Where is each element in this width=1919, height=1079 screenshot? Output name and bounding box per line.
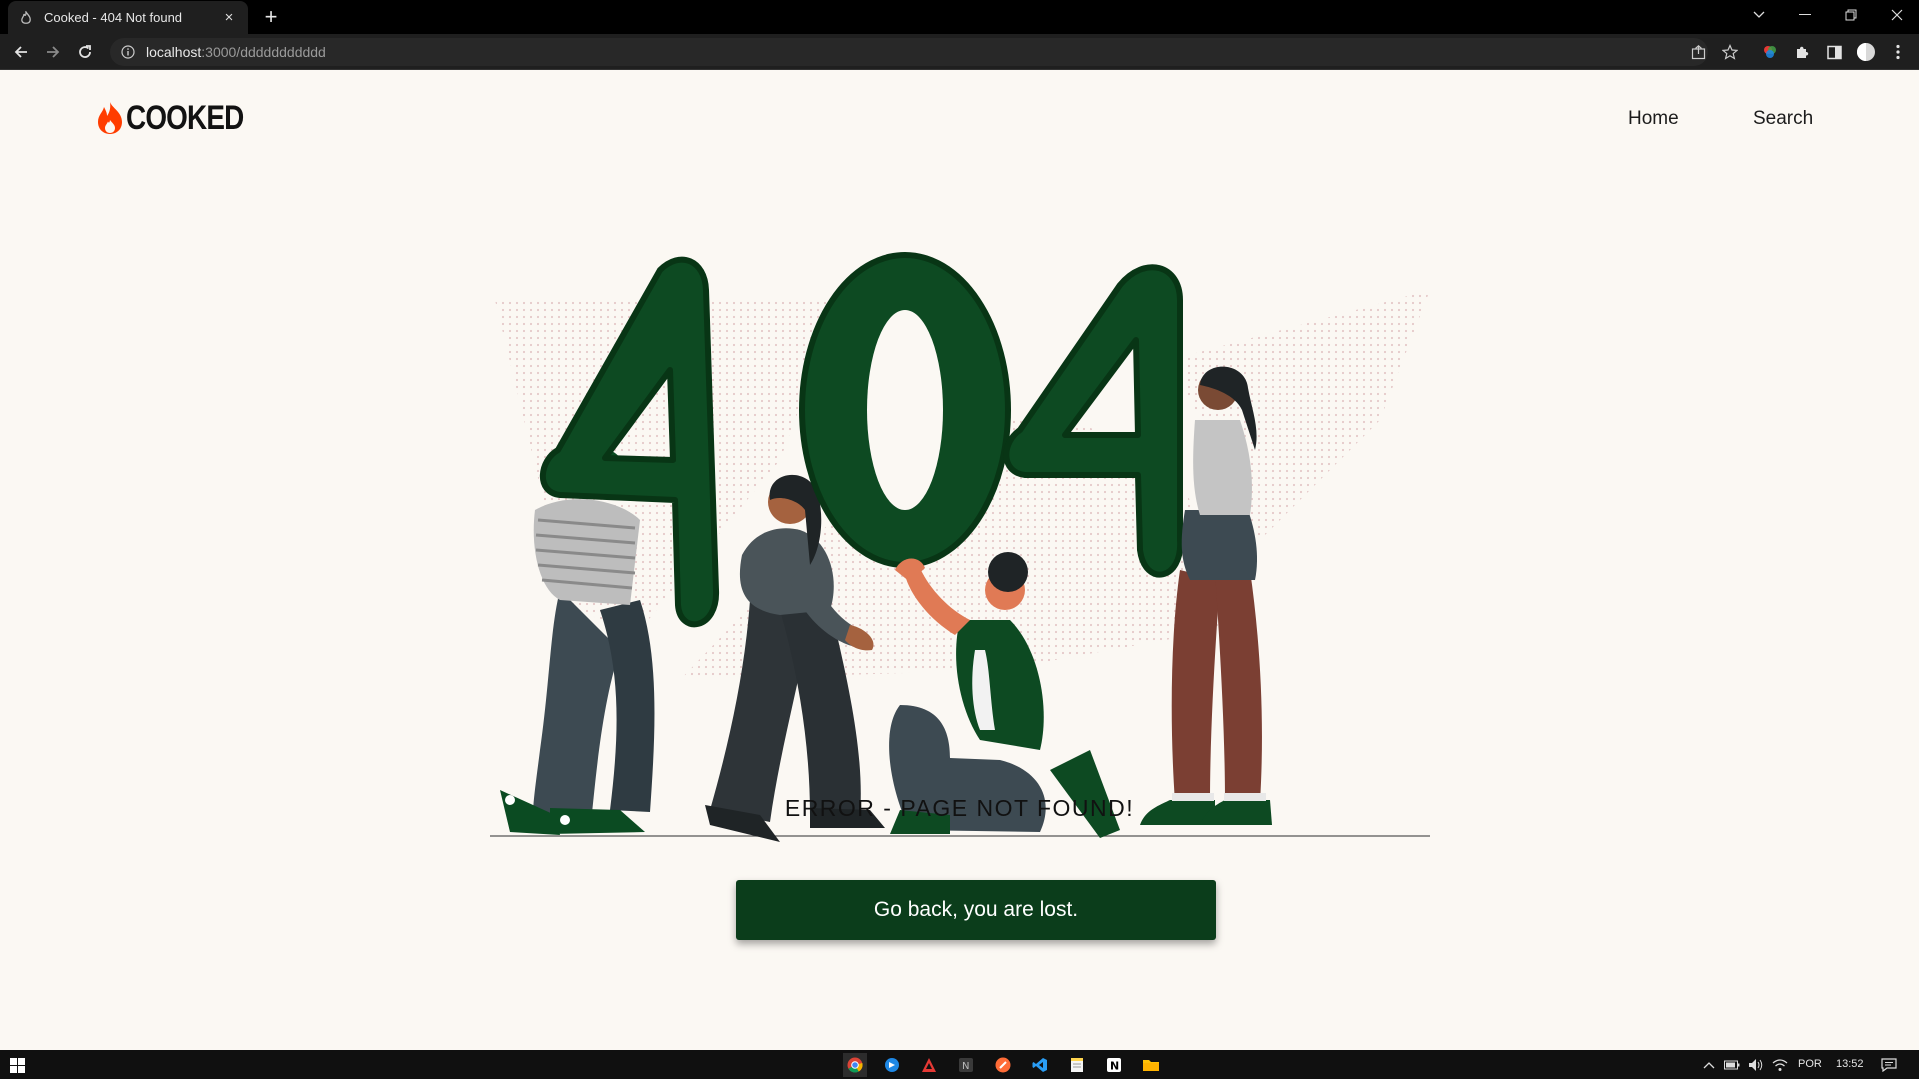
tray-chevron-up-icon[interactable] bbox=[1697, 1053, 1721, 1077]
profile-avatar[interactable] bbox=[1853, 39, 1879, 65]
file-explorer-icon[interactable] bbox=[1139, 1053, 1163, 1077]
site-logo[interactable]: COOKED bbox=[96, 98, 269, 137]
logo-wordmark: COOKED bbox=[126, 98, 244, 137]
bookmark-star-icon[interactable] bbox=[1717, 39, 1743, 65]
clock-time[interactable]: 13:52 bbox=[1836, 1058, 1864, 1070]
vscode-icon[interactable] bbox=[1028, 1053, 1052, 1077]
tab-title: Cooked - 404 Not found bbox=[44, 10, 183, 25]
side-panel-icon[interactable] bbox=[1821, 39, 1847, 65]
reload-icon[interactable] bbox=[72, 39, 98, 65]
extensions-puzzle-icon[interactable] bbox=[1789, 39, 1815, 65]
notifications-icon[interactable] bbox=[1877, 1053, 1901, 1077]
taskbar: N N POR 13:52 bbox=[0, 1050, 1919, 1079]
tab-search-chevron-icon[interactable] bbox=[1736, 0, 1782, 30]
window-close-icon[interactable] bbox=[1874, 0, 1919, 30]
digit-zero-hole bbox=[867, 310, 943, 510]
new-tab-button[interactable]: + bbox=[258, 4, 284, 30]
share-icon[interactable] bbox=[1685, 39, 1711, 65]
flame-logo-icon bbox=[98, 102, 122, 134]
wifi-icon[interactable] bbox=[1768, 1053, 1792, 1077]
notes-icon[interactable] bbox=[1065, 1053, 1089, 1077]
address-bar[interactable]: localhost:3000/ddddddddddd bbox=[110, 38, 1708, 66]
url-text: localhost:3000/ddddddddddd bbox=[146, 44, 326, 60]
svg-text:N: N bbox=[962, 1061, 969, 1072]
chrome-icon[interactable] bbox=[843, 1053, 867, 1077]
battery-icon[interactable] bbox=[1720, 1053, 1744, 1077]
notion-gray-icon[interactable]: N bbox=[954, 1053, 978, 1077]
postman-icon[interactable] bbox=[991, 1053, 1015, 1077]
page-content: COOKED Home Search ERROR - PAGE NOT FOUN… bbox=[0, 70, 1919, 1050]
back-arrow-icon[interactable] bbox=[8, 39, 34, 65]
volume-icon[interactable] bbox=[1744, 1053, 1768, 1077]
notion-icon[interactable]: N bbox=[1102, 1053, 1126, 1077]
windows-start-icon[interactable] bbox=[5, 1053, 29, 1077]
tab-close-icon[interactable]: × bbox=[220, 9, 238, 27]
app-red-icon[interactable] bbox=[917, 1053, 941, 1077]
restore-icon[interactable] bbox=[1828, 0, 1874, 30]
url-path: :3000/ddddddddddd bbox=[201, 44, 326, 60]
keyboard-language[interactable]: POR bbox=[1798, 1058, 1822, 1070]
404-illustration bbox=[490, 252, 1430, 842]
site-info-icon[interactable] bbox=[120, 44, 136, 60]
browser-tab-active[interactable]: Cooked - 404 Not found × bbox=[8, 1, 248, 34]
app-blue-icon[interactable] bbox=[880, 1053, 904, 1077]
minimize-icon[interactable] bbox=[1782, 0, 1828, 30]
nav-search-link[interactable]: Search bbox=[1753, 108, 1813, 130]
forward-arrow-icon[interactable] bbox=[40, 39, 66, 65]
browser-tab-bar: Cooked - 404 Not found × + bbox=[0, 0, 1919, 34]
url-host: localhost bbox=[146, 44, 202, 60]
color-extension-icon[interactable] bbox=[1757, 39, 1783, 65]
flame-favicon-icon bbox=[18, 10, 34, 26]
nav-home-link[interactable]: Home bbox=[1628, 108, 1679, 130]
go-back-button[interactable]: Go back, you are lost. bbox=[736, 880, 1216, 940]
svg-text:N: N bbox=[1110, 1060, 1119, 1073]
chrome-menu-icon[interactable] bbox=[1885, 39, 1911, 65]
browser-toolbar: localhost:3000/ddddddddddd bbox=[0, 34, 1919, 70]
error-message: ERROR - PAGE NOT FOUND! bbox=[784, 795, 1135, 821]
